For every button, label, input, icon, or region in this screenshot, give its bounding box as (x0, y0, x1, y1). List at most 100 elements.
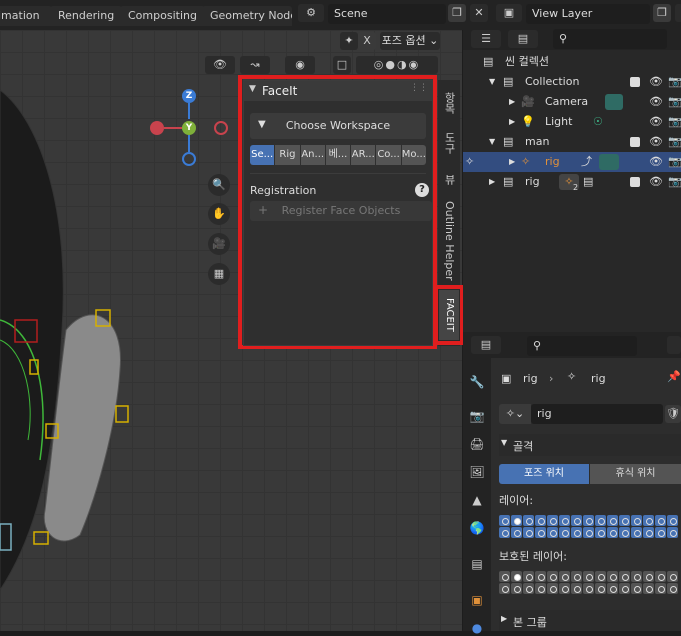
camera-data-icon[interactable] (605, 94, 623, 110)
tab-tool[interactable]: 도구 (438, 128, 460, 158)
render-icon[interactable]: 📷 (469, 408, 485, 424)
render-camera-icon[interactable]: 📷 (668, 152, 681, 172)
copy-view-layer-icon[interactable]: ❐ (653, 4, 671, 22)
gizmo-z-axis[interactable]: Z (182, 89, 196, 103)
facelt-panel-header[interactable]: ▼ FaceIt ⋮⋮ (244, 81, 432, 101)
ortho-grid-icon[interactable]: ▦ (208, 263, 230, 285)
armature-browse-icon[interactable]: ✧⌄ (499, 404, 531, 424)
scene-selector-icon[interactable]: ⚙ (298, 4, 324, 22)
rest-position-button[interactable]: 휴식 위치 (590, 464, 681, 484)
outliner-item-light[interactable]: ▶ 💡 Light ☉ 👁 📷 (463, 112, 681, 132)
armature-data-icon[interactable] (599, 154, 619, 170)
workspace-tab-setup[interactable]: Se... (250, 145, 275, 165)
render-camera-icon[interactable]: 📷 (668, 172, 681, 192)
view-layer-selector-icon[interactable]: ▣ (496, 4, 522, 22)
workspace-tab-rig[interactable]: Rig (275, 145, 300, 165)
workspace-tab-animate[interactable]: An... (300, 145, 325, 165)
exclude-checkbox[interactable] (630, 137, 640, 147)
properties-search-input[interactable]: ⚲ (527, 336, 637, 356)
workspace-tab-control[interactable]: Co... (376, 145, 401, 165)
layer-grid-top-left[interactable] (499, 515, 594, 526)
bone-marker[interactable] (115, 405, 129, 423)
choose-workspace-button[interactable]: ▼ Choose Workspace (250, 113, 426, 139)
tab-item[interactable]: 항목 (438, 88, 460, 118)
gizmo-toggle-icon[interactable]: ↝ (240, 56, 270, 74)
tab-geometry-nodes[interactable]: Geometry Node (202, 6, 292, 26)
world-icon[interactable]: 🌎 (469, 520, 485, 536)
skeleton-section-header[interactable]: ▼ 골격 (499, 434, 681, 456)
scene-field[interactable]: Scene (328, 4, 446, 24)
eye-icon[interactable]: 👁 (649, 92, 663, 112)
eye-icon[interactable]: 👁 (649, 152, 663, 172)
eye-icon[interactable]: 👁 (649, 132, 663, 152)
armature-name-field[interactable]: rig (531, 404, 663, 424)
properties-options-icon[interactable] (667, 336, 681, 354)
gizmo-y-axis[interactable]: Y (182, 121, 196, 135)
outliner-scene-collection[interactable]: ▤ 씬 컬렉션 (463, 52, 681, 72)
view-layer-icon[interactable]: 🖼 (469, 464, 485, 480)
armature-restrict-icon[interactable]: ✧ (465, 152, 474, 172)
tab-compositing[interactable]: Compositing (120, 6, 205, 26)
workspace-tab-mocap[interactable]: Mo... (401, 145, 426, 165)
help-icon[interactable]: ? (415, 183, 429, 197)
protected-layer-grid-bottom-left[interactable] (499, 583, 594, 594)
protected-layer-grid-top-left[interactable] (499, 571, 594, 582)
physics-icon[interactable]: ● (469, 620, 485, 636)
zoom-icon[interactable]: 🔍 (208, 174, 230, 196)
fake-user-shield-icon[interactable]: 🛡 (665, 405, 681, 423)
outliner-item-camera[interactable]: ▶ 🎥 Camera 👁 📷 (463, 92, 681, 112)
render-camera-icon[interactable]: 📷 (668, 132, 681, 152)
tab-animation[interactable]: imation (0, 6, 52, 26)
gizmo-x-axis[interactable] (214, 121, 228, 135)
expand-arrow-icon[interactable]: ▶ (489, 172, 495, 192)
outliner-item-collection[interactable]: ▼ ▤ Collection 👁 📷 (463, 72, 681, 92)
object-properties-icon[interactable]: ▣ (469, 592, 485, 608)
eye-icon[interactable]: 👁 (649, 112, 663, 132)
expand-arrow-icon[interactable]: ▼ (489, 72, 495, 92)
pose-options-dropdown[interactable]: 포즈 옵션 ⌄ (380, 32, 440, 50)
eye-icon[interactable]: 👁 (649, 72, 663, 92)
render-camera-icon[interactable]: 📷 (668, 72, 681, 92)
protected-layer-grid-top-right[interactable] (595, 571, 678, 582)
render-camera-icon[interactable]: 📷 (668, 112, 681, 132)
protected-layer-grid-bottom-right[interactable] (595, 583, 678, 594)
delete-view-layer-icon[interactable] (675, 4, 681, 22)
camera-view-icon[interactable]: 🎥 (208, 233, 230, 255)
tab-outline-helper[interactable]: Outline Helper (438, 200, 460, 282)
outliner-item-rig-selected[interactable]: ✧ ▶ ✧ rig ⤴ 👁 📷 (463, 152, 681, 172)
pan-hand-icon[interactable]: ✋ (208, 203, 230, 225)
mirror-x-toggle[interactable]: X (358, 32, 376, 50)
outliner-item-man[interactable]: ▼ ▤ man 👁 📷 (463, 132, 681, 152)
workspace-tab-arkit[interactable]: AR... (351, 145, 376, 165)
tab-view[interactable]: 뷰 (438, 170, 460, 188)
expand-arrow-icon[interactable]: ▶ (509, 152, 515, 172)
pin-icon[interactable]: 📌 (667, 370, 681, 383)
xray-icon[interactable]: □ (333, 56, 351, 74)
copy-scene-icon[interactable]: ❐ (448, 4, 466, 22)
object-gizmo-toggle-icon[interactable]: 👁 (205, 56, 235, 74)
filter-icon[interactable]: ▤ (508, 30, 538, 48)
snap-icon[interactable]: ✦ (340, 32, 358, 50)
layer-grid-bottom-right[interactable] (595, 527, 678, 538)
outliner-search-input[interactable]: ⚲ (553, 29, 667, 49)
expand-arrow-icon[interactable]: ▶ (509, 112, 515, 132)
bone-marker[interactable] (33, 531, 49, 545)
view-layer-field[interactable]: View Layer (526, 4, 650, 24)
layer-grid-top-right[interactable] (595, 515, 678, 526)
collection-icon[interactable]: ▤ (469, 556, 485, 572)
tool-settings-icon[interactable]: 🔧 (469, 374, 485, 390)
exclude-checkbox[interactable] (630, 177, 640, 187)
overlay-toggle-icon[interactable]: ◉ (285, 56, 315, 74)
display-mode-icon[interactable]: ☰ (471, 30, 501, 48)
expand-arrow-icon[interactable]: ▶ (509, 92, 515, 112)
render-camera-icon[interactable]: 📷 (668, 92, 681, 112)
layer-grid-bottom-left[interactable] (499, 527, 594, 538)
editor-type-icon[interactable]: ▤ (471, 336, 501, 354)
exclude-checkbox[interactable] (630, 77, 640, 87)
shading-modes[interactable]: ◎●◑◉ (356, 56, 438, 74)
drag-handle-icon[interactable]: ⋮⋮ (410, 83, 428, 93)
output-icon[interactable]: 🖨 (469, 436, 485, 452)
expand-arrow-icon[interactable]: ▼ (489, 132, 495, 152)
gizmo-x-axis-neg[interactable] (150, 121, 164, 135)
workspace-tab-bake[interactable]: 베... (325, 145, 351, 165)
